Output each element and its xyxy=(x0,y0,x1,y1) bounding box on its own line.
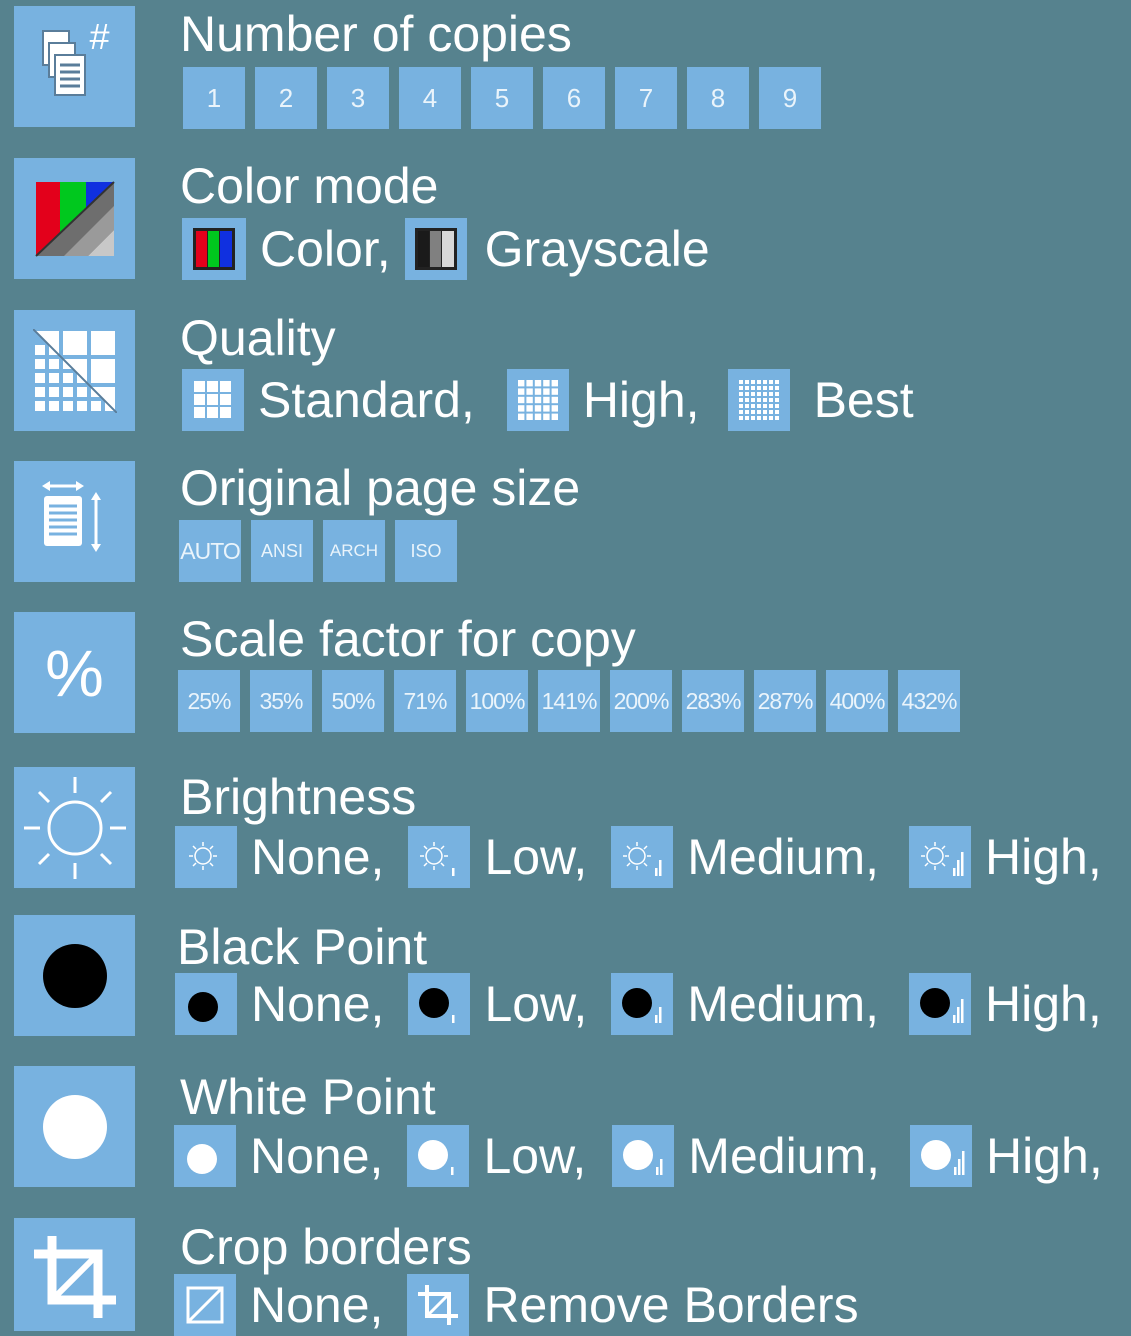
scale-option-50[interactable]: 50% xyxy=(322,670,384,732)
percent-icon: % xyxy=(14,612,135,733)
copies-title: Number of copies xyxy=(180,6,572,62)
scale-title: Scale factor for copy xyxy=(180,611,636,667)
white-point-high-label[interactable]: High, xyxy=(986,1127,1103,1185)
white-dot-level-2-icon[interactable] xyxy=(612,1125,675,1187)
grid-fine-icon[interactable] xyxy=(727,369,790,431)
copies-option-6[interactable]: 6 xyxy=(543,67,605,129)
scale-option-25[interactable]: 25% xyxy=(178,670,240,732)
quality-high-label[interactable]: High, xyxy=(583,371,700,429)
grid-coarse-icon[interactable] xyxy=(182,369,244,431)
copies-option-2[interactable]: 2 xyxy=(255,67,317,129)
black-point-title: Black Point xyxy=(177,919,428,975)
quality-standard-label[interactable]: Standard, xyxy=(258,371,475,429)
scale-option-71[interactable]: 71% xyxy=(394,670,456,732)
white-point-low-label[interactable]: Low, xyxy=(483,1127,586,1185)
svg-text:#: # xyxy=(89,17,110,57)
sun-level-3-icon[interactable] xyxy=(909,826,972,888)
copies-hash-icon: # xyxy=(14,6,135,127)
black-dot-icon xyxy=(14,915,135,1036)
color-bars-icon[interactable] xyxy=(182,218,246,280)
brightness-title: Brightness xyxy=(180,769,417,825)
brightness-low-label[interactable]: Low, xyxy=(484,828,587,886)
crop-title: Crop borders xyxy=(180,1219,472,1275)
sun-icon xyxy=(14,767,135,888)
scale-option-35[interactable]: 35% xyxy=(250,670,312,732)
sun-level-2-icon[interactable] xyxy=(611,826,674,888)
brightness-high-label[interactable]: High, xyxy=(985,828,1102,886)
white-point-medium-label[interactable]: Medium, xyxy=(688,1127,880,1185)
white-point-none-label[interactable]: None, xyxy=(250,1127,383,1185)
brightness-none-label[interactable]: None, xyxy=(251,828,384,886)
page-size-iso[interactable]: ISO xyxy=(395,520,457,582)
white-dot-icon xyxy=(14,1066,135,1187)
copies-option-3[interactable]: 3 xyxy=(327,67,389,129)
white-point-options: None, Low, Medium, High, xyxy=(174,1125,1117,1187)
quality-title: Quality xyxy=(180,310,336,366)
crop-none-label[interactable]: None, xyxy=(250,1276,383,1334)
copies-option-4[interactable]: 4 xyxy=(399,67,461,129)
color-mode-icon xyxy=(14,158,135,279)
black-dot-level-1-icon[interactable] xyxy=(408,973,471,1035)
black-dot-level-3-icon[interactable] xyxy=(909,973,972,1035)
page-size-ansi[interactable]: ANSI xyxy=(251,520,313,582)
page-size-icon xyxy=(14,461,135,582)
copies-option-8[interactable]: 8 xyxy=(687,67,749,129)
scale-option-100[interactable]: 100% xyxy=(466,670,528,732)
scale-options: 25% 35% 50% 71% 100% 141% 200% 283% 287%… xyxy=(178,670,970,732)
copies-option-9[interactable]: 9 xyxy=(759,67,821,129)
crop-none-icon[interactable] xyxy=(174,1274,236,1336)
color-option-label[interactable]: Color, xyxy=(260,220,391,278)
scale-option-287[interactable]: 287% xyxy=(754,670,816,732)
grayscale-option-label[interactable]: Grayscale xyxy=(485,220,710,278)
scale-option-200[interactable]: 200% xyxy=(610,670,672,732)
quality-best-label[interactable]: Best xyxy=(814,371,914,429)
page-size-auto[interactable]: AUTO xyxy=(179,520,241,582)
scale-option-432[interactable]: 432% xyxy=(898,670,960,732)
copies-options: 1 2 3 4 5 6 7 8 9 xyxy=(183,67,831,129)
grayscale-bars-icon[interactable] xyxy=(404,218,467,280)
crop-remove-label[interactable]: Remove Borders xyxy=(483,1276,858,1334)
page-size-options: AUTO ANSI ARCH ISO xyxy=(179,520,467,582)
white-point-title: White Point xyxy=(180,1069,436,1125)
black-point-medium-label[interactable]: Medium, xyxy=(687,975,879,1033)
page-size-title: Original page size xyxy=(180,460,581,516)
crop-remove-icon[interactable] xyxy=(407,1274,470,1336)
color-mode-options: Color, Grayscale xyxy=(182,218,724,280)
sun-level-1-icon[interactable] xyxy=(408,826,471,888)
brightness-options: None, Low, Medium, High, xyxy=(175,826,1116,888)
scale-option-141[interactable]: 141% xyxy=(538,670,600,732)
copies-option-1[interactable]: 1 xyxy=(183,67,245,129)
crop-icon xyxy=(14,1218,135,1331)
black-point-none-label[interactable]: None, xyxy=(251,975,384,1033)
brightness-medium-label[interactable]: Medium, xyxy=(687,828,879,886)
copies-option-7[interactable]: 7 xyxy=(615,67,677,129)
page-size-arch[interactable]: ARCH xyxy=(323,520,385,582)
quality-grid-icon xyxy=(14,310,135,431)
black-dot-level-0-icon[interactable] xyxy=(175,973,237,1035)
color-mode-title: Color mode xyxy=(180,158,439,214)
white-dot-level-3-icon[interactable] xyxy=(910,1125,973,1187)
black-point-high-label[interactable]: High, xyxy=(985,975,1102,1033)
black-point-low-label[interactable]: Low, xyxy=(484,975,587,1033)
sun-level-0-icon[interactable] xyxy=(175,826,237,888)
black-dot-level-2-icon[interactable] xyxy=(611,973,674,1035)
copies-option-5[interactable]: 5 xyxy=(471,67,533,129)
crop-options: None, Remove Borders xyxy=(174,1274,873,1336)
white-dot-level-0-icon[interactable] xyxy=(174,1125,236,1187)
white-dot-level-1-icon[interactable] xyxy=(407,1125,470,1187)
scale-option-283[interactable]: 283% xyxy=(682,670,744,732)
grid-medium-icon[interactable] xyxy=(506,369,569,431)
quality-options: Standard, High, Best xyxy=(182,369,928,431)
scale-option-400[interactable]: 400% xyxy=(826,670,888,732)
black-point-options: None, Low, Medium, High, xyxy=(175,973,1116,1035)
